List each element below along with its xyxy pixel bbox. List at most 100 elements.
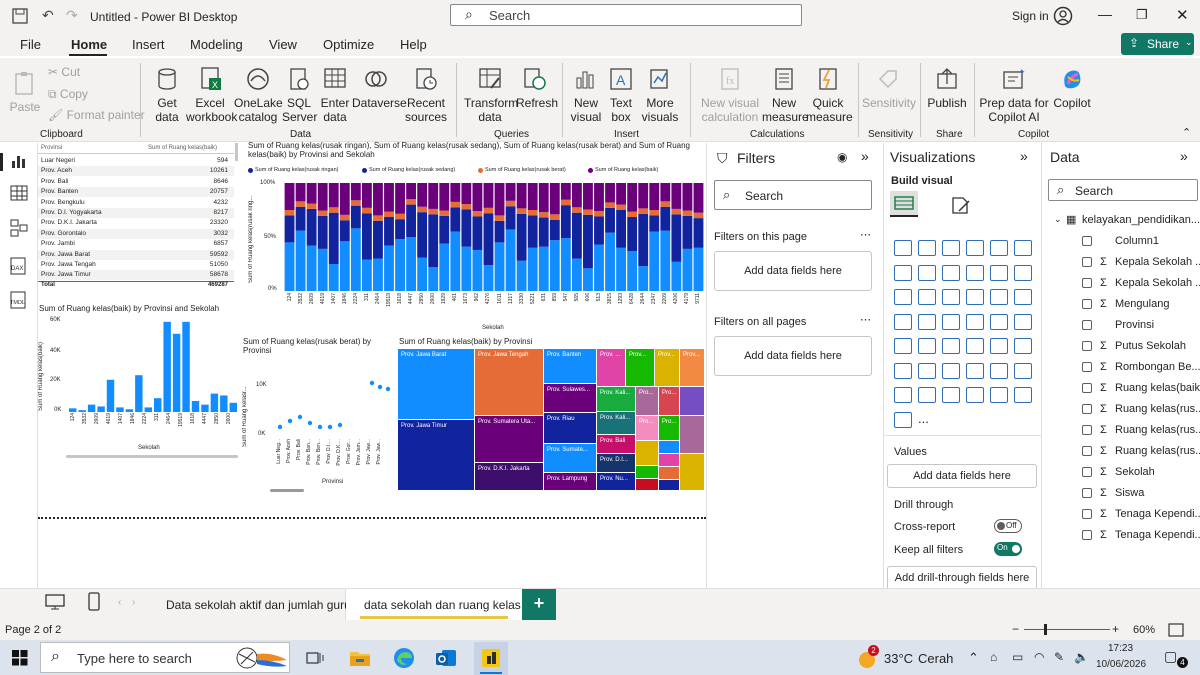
paginated-icon[interactable] <box>1014 362 1032 379</box>
field-checkbox[interactable] <box>1082 404 1092 414</box>
line-stacked-icon[interactable] <box>1014 264 1032 281</box>
data-field-item[interactable]: Σ Siswa <box>1082 485 1197 503</box>
field-checkbox[interactable] <box>1082 425 1092 435</box>
field-checkbox[interactable] <box>1082 509 1092 519</box>
power-automate-icon[interactable] <box>942 387 960 403</box>
gem-icon[interactable] <box>1014 387 1032 403</box>
line-chart-icon[interactable] <box>894 264 912 281</box>
100-area-icon[interactable] <box>966 264 984 281</box>
data-search-input[interactable]: ⌕ Search <box>1048 179 1198 201</box>
copy-button[interactable]: ⧉ Copy <box>48 87 88 101</box>
sql-server-button[interactable]: SQL Server <box>282 66 317 124</box>
100-bar-icon[interactable] <box>990 240 1008 256</box>
add-page-button[interactable]: + <box>522 589 556 620</box>
table-scrollbar[interactable] <box>235 143 238 161</box>
filters-search-input[interactable]: ⌕ Search <box>714 180 872 210</box>
azure-map-icon[interactable] <box>990 313 1008 330</box>
data-field-item[interactable]: Σ Ruang kelas(baik) <box>1082 380 1200 398</box>
redo-icon[interactable]: ↷ <box>66 7 78 24</box>
gauge-icon[interactable] <box>1014 313 1032 330</box>
field-checkbox[interactable] <box>1082 383 1092 393</box>
excel-workbook-button[interactable]: X Excel workbook <box>186 66 237 124</box>
refresh-button[interactable]: Refresh <box>516 66 558 110</box>
menu-home[interactable]: Home <box>71 37 107 52</box>
build-visual-tab[interactable] <box>890 191 918 217</box>
quick-measure-button[interactable]: Quick measure <box>806 66 853 124</box>
task-view-icon[interactable] <box>306 650 324 666</box>
minimize-icon[interactable]: — <box>1098 6 1112 22</box>
kpi-icon[interactable] <box>942 338 960 354</box>
100-column-icon[interactable] <box>1014 240 1032 256</box>
data-field-item[interactable]: Σ Tenaga Kependi... <box>1082 506 1200 524</box>
metrics-icon[interactable] <box>894 387 912 403</box>
image-icon[interactable] <box>966 387 984 403</box>
eye-icon[interactable]: ◉ <box>837 150 847 164</box>
data-field-item[interactable]: Σ Ruang kelas(rus... <box>1082 422 1200 440</box>
new-visual-button[interactable]: New visual <box>568 66 604 124</box>
collapse-data-icon[interactable]: » <box>1180 148 1188 164</box>
field-checkbox[interactable] <box>1082 278 1092 288</box>
close-icon[interactable]: ✕ <box>1176 6 1189 24</box>
scroll-right-icon[interactable]: › <box>132 597 135 608</box>
cut-button[interactable]: ✂ Cut <box>48 65 80 79</box>
new-measure-button[interactable]: New measure <box>762 66 809 124</box>
format-painter-button[interactable]: 🖌 Format painter <box>48 108 145 122</box>
data-field-item[interactable]: Σ Kepala Sekolah ... <box>1082 254 1200 272</box>
sign-in-link[interactable]: Sign in <box>1012 9 1049 23</box>
filled-map-icon[interactable] <box>942 313 960 330</box>
field-checkbox[interactable] <box>1082 257 1092 267</box>
stacked-column-chart[interactable]: Sum of Ruang kelas(rusak ringan), Sum of… <box>244 141 706 333</box>
onelake-catalog-button[interactable]: OneLake catalog <box>234 66 283 124</box>
more-options-icon[interactable]: ⋯ <box>860 313 871 326</box>
field-checkbox[interactable] <box>1082 362 1092 372</box>
drill-through-drop-zone[interactable]: Add drill-through fields here <box>887 566 1037 590</box>
field-checkbox[interactable] <box>1082 341 1092 351</box>
powerbi-taskbar-item[interactable] <box>474 642 508 675</box>
text-box-button[interactable]: A Text box <box>606 66 636 124</box>
edge-browser-icon[interactable] <box>392 646 416 670</box>
data-field-item[interactable]: Σ Putus Sekolah <box>1082 338 1197 356</box>
provinsi-treemap[interactable]: Sum of Ruang kelas(baik) by Provinsi Pro… <box>398 337 704 497</box>
multi-row-card-icon[interactable] <box>918 338 936 354</box>
filters-all-drop-zone[interactable]: Add data fields here <box>714 336 872 376</box>
keep-all-filters-toggle[interactable]: On <box>994 542 1022 556</box>
field-checkbox[interactable] <box>1082 320 1092 330</box>
notifications-icon[interactable]: ▢ <box>1164 648 1177 665</box>
outlook-icon[interactable] <box>434 646 458 670</box>
menu-help[interactable]: Help <box>400 37 427 52</box>
network-off-icon[interactable]: ⌂ <box>990 650 997 664</box>
undo-icon[interactable]: ↶ <box>42 7 54 24</box>
treemap-icon[interactable] <box>894 313 912 330</box>
scatter-icon[interactable] <box>966 289 984 305</box>
format-visual-icon[interactable] <box>950 195 972 215</box>
key-influencers-icon[interactable] <box>918 362 936 379</box>
more-visuals-button[interactable]: More visuals <box>638 66 682 124</box>
map-icon[interactable] <box>918 313 936 330</box>
field-checkbox[interactable] <box>1082 488 1092 498</box>
collapse-viz-icon[interactable]: » <box>1020 148 1028 164</box>
pen-icon[interactable]: ✎ <box>1054 650 1064 664</box>
collapse-ribbon-icon[interactable]: ⌃ <box>1182 126 1191 139</box>
menu-modeling[interactable]: Modeling <box>190 37 243 52</box>
area-chart-icon[interactable] <box>918 264 936 281</box>
cross-report-toggle[interactable]: Off <box>994 519 1022 533</box>
sensitivity-button[interactable]: Sensitivity <box>862 66 916 110</box>
global-search-box[interactable]: ⌕ Search <box>450 4 802 26</box>
wifi-icon[interactable]: ◠ <box>1034 650 1044 664</box>
tmdl-view-icon[interactable]: TMDL <box>9 291 29 309</box>
waterfall-icon[interactable] <box>918 289 936 305</box>
paste-button[interactable]: Paste <box>8 70 42 114</box>
publish-button[interactable]: Publish <box>926 66 968 110</box>
copilot-button[interactable]: Copilot <box>1050 66 1094 110</box>
shape-map-icon[interactable] <box>966 313 984 330</box>
collapse-filters-icon[interactable]: » <box>861 148 869 164</box>
new-visual-calculation-button[interactable]: fx New visual calculation <box>698 66 762 124</box>
ribbon-chart-icon[interactable] <box>894 289 912 305</box>
model-view-icon[interactable] <box>10 219 28 237</box>
windows-start-icon[interactable] <box>12 650 28 666</box>
menu-file[interactable]: File <box>20 37 41 52</box>
field-checkbox[interactable] <box>1082 530 1092 540</box>
r-visual-icon[interactable] <box>1014 338 1032 354</box>
field-checkbox[interactable] <box>1082 467 1092 477</box>
data-field-item[interactable]: Σ Rombongan Be... <box>1082 359 1200 377</box>
